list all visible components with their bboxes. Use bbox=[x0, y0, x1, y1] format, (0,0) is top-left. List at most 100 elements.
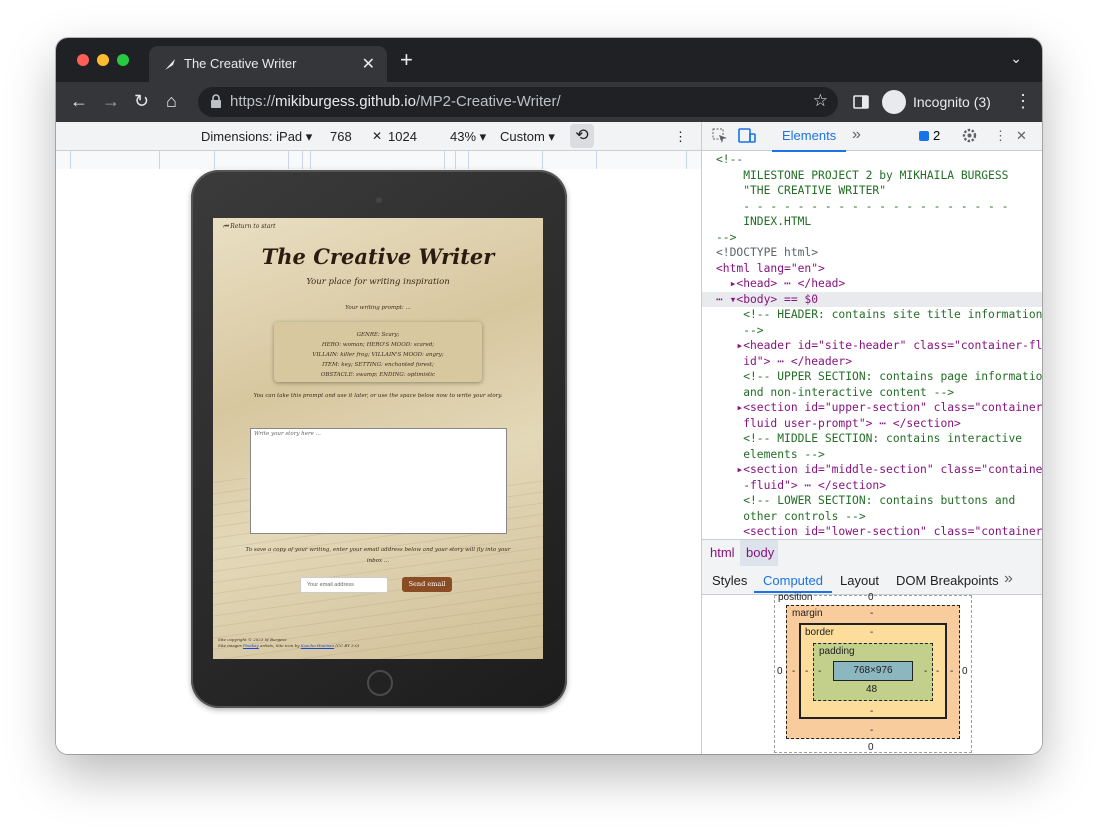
dom-line[interactable]: other controls --> bbox=[702, 509, 1042, 525]
dom-line[interactable]: and non-interactive content --> bbox=[702, 385, 1042, 401]
dom-line[interactable]: ▸<section id="middle-section" class="con… bbox=[702, 462, 1042, 478]
dom-line[interactable]: id"> ⋯ </header> bbox=[702, 354, 1042, 370]
dom-line[interactable]: <!-- UPPER SECTION: contains page inform… bbox=[702, 369, 1042, 385]
subtab-styles[interactable]: Styles bbox=[712, 573, 747, 588]
site-title: The Creative Writer bbox=[261, 244, 495, 269]
dom-line[interactable]: <section id="lower-section" class="conta… bbox=[702, 524, 1042, 539]
story-textarea[interactable]: Write your story here ... bbox=[250, 428, 507, 534]
device-more-icon[interactable]: ⋮ bbox=[674, 129, 687, 145]
prompt-line: ITEM: key; SETTING: enchanted forest; bbox=[322, 362, 434, 368]
more-tabs-icon[interactable]: » bbox=[852, 126, 861, 144]
site-screen: ⏮ Return to start The Creative Writer Yo… bbox=[213, 218, 543, 659]
box-model: position 0 0 0 0 margin - - - - border -… bbox=[702, 592, 1042, 754]
site-footer: Site copyright © 2023 M Burgess Site ima… bbox=[218, 637, 360, 648]
content-box: 768×976 bbox=[833, 661, 913, 681]
dom-line[interactable]: <!-- LOWER SECTION: contains buttons and bbox=[702, 493, 1042, 509]
tab-search-icon[interactable]: ⌄ bbox=[1010, 50, 1022, 67]
dom-line[interactable]: --> bbox=[702, 323, 1042, 339]
pixabay-link[interactable]: Pixabay bbox=[243, 643, 259, 648]
devtools-close-icon[interactable]: ✕ bbox=[1016, 128, 1027, 144]
dom-line[interactable]: -fluid"> ⋯ </section> bbox=[702, 478, 1042, 494]
dom-line[interactable]: ▸<head> ⋯ </head> bbox=[702, 276, 1042, 292]
side-panel-icon[interactable] bbox=[853, 94, 869, 110]
crumb-html[interactable]: html bbox=[710, 545, 735, 560]
dom-line[interactable]: ⋯ ▾<body> == $0 bbox=[702, 291, 1042, 307]
browser-menu-icon[interactable]: ⋮ bbox=[1014, 90, 1032, 112]
home-button bbox=[367, 670, 393, 696]
icon-credit-link[interactable]: Sancho Huaman bbox=[301, 643, 334, 648]
subtab-computed[interactable]: Computed bbox=[763, 573, 823, 588]
tab-elements[interactable]: Elements bbox=[772, 122, 846, 152]
save-instructions: To save a copy of your writing, enter yo… bbox=[245, 547, 511, 564]
prompt-card: GENRE: Scary; HERO: woman; HERO'S MOOD: … bbox=[274, 322, 482, 382]
email-input[interactable]: Your email address bbox=[300, 577, 388, 593]
prompt-line: HERO: woman; HERO'S MOOD: scared; bbox=[321, 342, 435, 348]
url-text: https://mikiburgess.github.io/MP2-Creati… bbox=[230, 93, 561, 110]
devtools-panel: Elements » 2 ⋮ ✕ <!-- MILESTONE PROJECT … bbox=[701, 122, 1042, 754]
device-toolbar: Dimensions: iPad ▾ 768 ✕ 1024 43% ▾ Cust… bbox=[56, 122, 701, 151]
subtab-layout[interactable]: Layout bbox=[840, 573, 879, 588]
padding-label: padding bbox=[819, 646, 855, 657]
tab-close-icon[interactable]: ✕ bbox=[362, 54, 375, 74]
settings-gear-icon[interactable] bbox=[961, 127, 978, 144]
dom-line[interactable]: ▸<section id="upper-section" class="cont… bbox=[702, 400, 1042, 416]
issues-count: 2 bbox=[933, 128, 941, 143]
zoom-window-button[interactable] bbox=[117, 54, 129, 66]
home-icon[interactable]: ⌂ bbox=[166, 90, 177, 112]
close-window-button[interactable] bbox=[77, 54, 89, 66]
dimensions-select[interactable]: Dimensions: iPad ▾ bbox=[201, 129, 312, 145]
dom-line[interactable]: <!-- HEADER: contains site title informa… bbox=[702, 307, 1042, 323]
more-subtabs-icon[interactable]: » bbox=[1004, 570, 1013, 588]
position-top: 0 bbox=[868, 592, 874, 603]
forward-icon[interactable]: → bbox=[102, 90, 120, 112]
dom-line[interactable]: MILESTONE PROJECT 2 by MIKHAILA BURGESS bbox=[702, 168, 1042, 184]
breadcrumb: html body bbox=[702, 539, 1042, 567]
tab-strip: The Creative Writer ✕ + ⌄ bbox=[56, 38, 1042, 82]
rotate-icon[interactable]: ⟲ bbox=[570, 124, 594, 148]
position-left: 0 bbox=[777, 666, 783, 677]
inspect-icon[interactable] bbox=[712, 128, 728, 144]
minimize-window-button[interactable] bbox=[97, 54, 109, 66]
reload-icon[interactable]: ↻ bbox=[134, 90, 149, 112]
height-field[interactable]: 1024 bbox=[388, 129, 417, 144]
new-tab-button[interactable]: + bbox=[400, 48, 413, 72]
back-icon[interactable]: ← bbox=[70, 90, 88, 112]
dom-line[interactable]: <!DOCTYPE html> bbox=[702, 245, 1042, 261]
prompt-instructions: You can take this prompt and use it late… bbox=[253, 393, 503, 399]
dom-line[interactable]: "THE CREATIVE WRITER" bbox=[702, 183, 1042, 199]
browser-toolbar: ← → ↻ ⌂ https://mikiburgess.github.io/MP… bbox=[56, 82, 1042, 122]
bookmark-star-icon[interactable]: ☆ bbox=[813, 91, 828, 111]
dom-line[interactable]: INDEX.HTML bbox=[702, 214, 1042, 230]
zoom-select[interactable]: 43% ▾ bbox=[450, 129, 486, 145]
camera-dot bbox=[376, 197, 382, 203]
subtab-dom-breakpoints[interactable]: DOM Breakpoints bbox=[896, 573, 999, 588]
dom-line[interactable]: --> bbox=[702, 230, 1042, 246]
send-email-button[interactable]: Send email bbox=[402, 577, 452, 592]
dom-line[interactable]: ▸<header id="site-header" class="contain… bbox=[702, 338, 1042, 354]
address-bar[interactable]: https://mikiburgess.github.io/MP2-Creati… bbox=[198, 87, 838, 117]
crumb-body[interactable]: body bbox=[746, 545, 774, 560]
devtools-menu-icon[interactable]: ⋮ bbox=[994, 128, 1007, 144]
throttling-select[interactable]: Custom ▾ bbox=[500, 129, 555, 145]
dom-line[interactable]: fluid user-prompt"> ⋯ </section> bbox=[702, 416, 1042, 432]
quill-icon bbox=[165, 59, 175, 70]
incognito-icon bbox=[882, 90, 906, 114]
browser-window: The Creative Writer ✕ + ⌄ ← → ↻ ⌂ https:… bbox=[56, 38, 1042, 754]
prompt-line: GENRE: Scary; bbox=[356, 332, 400, 338]
dom-tree[interactable]: <!-- MILESTONE PROJECT 2 by MIKHAILA BUR… bbox=[702, 151, 1042, 539]
dom-line[interactable]: <!-- MIDDLE SECTION: contains interactiv… bbox=[702, 431, 1042, 447]
dimension-times-icon: ✕ bbox=[372, 129, 383, 143]
device-mode-icon[interactable] bbox=[738, 128, 756, 144]
styles-subtabs: Styles Computed Layout DOM Breakpoints » bbox=[702, 566, 1042, 595]
site-subtitle: Your place for writing inspiration bbox=[306, 277, 450, 287]
dom-line[interactable]: elements --> bbox=[702, 447, 1042, 463]
issues-icon[interactable] bbox=[919, 131, 929, 141]
return-to-start-link[interactable]: ⏮ Return to start bbox=[223, 223, 276, 231]
dom-line[interactable]: <html lang="en"> bbox=[702, 261, 1042, 277]
dom-line[interactable]: <!-- bbox=[702, 152, 1042, 168]
dom-line[interactable]: - - - - - - - - - - - - - - - - - - - - bbox=[702, 199, 1042, 215]
width-field[interactable]: 768 bbox=[330, 129, 352, 144]
browser-tab[interactable]: The Creative Writer ✕ bbox=[149, 46, 387, 82]
prompt-line: VILLAIN: killer frog; VILLAIN'S MOOD: an… bbox=[312, 352, 444, 358]
position-right: 0 bbox=[962, 666, 968, 677]
